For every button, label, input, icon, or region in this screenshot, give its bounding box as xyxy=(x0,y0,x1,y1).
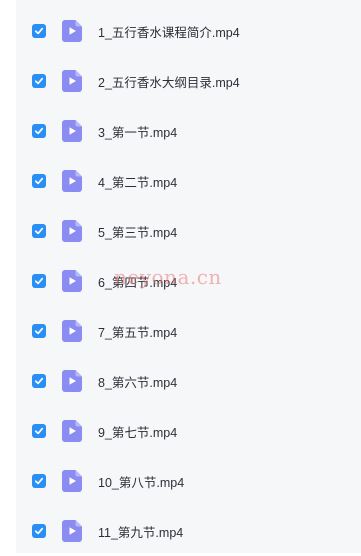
file-row[interactable]: 10_第八节.mp4 xyxy=(0,456,361,506)
checkbox-checked-icon[interactable] xyxy=(32,274,46,288)
video-file-icon[interactable] xyxy=(62,370,82,392)
video-file-icon[interactable] xyxy=(62,170,82,192)
checkbox-checked-icon[interactable] xyxy=(32,74,46,88)
file-name[interactable]: 5_第三节.mp4 xyxy=(98,222,177,241)
video-file-icon[interactable] xyxy=(62,220,82,242)
video-file-icon[interactable] xyxy=(62,20,82,42)
file-row[interactable]: 8_第六节.mp4 xyxy=(0,356,361,406)
video-file-icon[interactable] xyxy=(62,470,82,492)
file-row[interactable]: 1_五行香水课程简介.mp4 xyxy=(0,6,361,56)
file-list: 1_五行香水课程简介.mp4 2_五行香水大纲目录.mp4 3_第一节.mp4 4_第… xyxy=(0,6,361,556)
checkbox-checked-icon[interactable] xyxy=(32,374,46,388)
video-file-icon[interactable] xyxy=(62,70,82,92)
file-row[interactable]: 4_第二节.mp4 xyxy=(0,156,361,206)
checkbox-checked-icon[interactable] xyxy=(32,174,46,188)
file-name[interactable]: 11_第九节.mp4 xyxy=(98,522,183,541)
video-file-icon[interactable] xyxy=(62,320,82,342)
checkbox-checked-icon[interactable] xyxy=(32,474,46,488)
file-name[interactable]: 10_第八节.mp4 xyxy=(98,472,184,491)
file-name[interactable]: 9_第七节.mp4 xyxy=(98,422,177,441)
video-file-icon[interactable] xyxy=(62,520,82,542)
file-row[interactable]: 2_五行香水大纲目录.mp4 xyxy=(0,56,361,106)
file-name[interactable]: 3_第一节.mp4 xyxy=(98,122,177,141)
file-name[interactable]: 8_第六节.mp4 xyxy=(98,372,177,391)
checkbox-checked-icon[interactable] xyxy=(32,224,46,238)
file-row[interactable]: 5_第三节.mp4 xyxy=(0,206,361,256)
file-row[interactable]: 3_第一节.mp4 xyxy=(0,106,361,156)
checkbox-checked-icon[interactable] xyxy=(32,24,46,38)
file-row[interactable]: 9_第七节.mp4 xyxy=(0,406,361,456)
file-name[interactable]: 2_五行香水大纲目录.mp4 xyxy=(98,72,240,91)
file-name[interactable]: 7_第五节.mp4 xyxy=(98,322,177,341)
file-row[interactable]: 7_第五节.mp4 xyxy=(0,306,361,356)
checkbox-checked-icon[interactable] xyxy=(32,124,46,138)
file-name[interactable]: 6_第四节.mp4 xyxy=(98,272,177,291)
file-name[interactable]: 1_五行香水课程简介.mp4 xyxy=(98,22,240,41)
checkbox-checked-icon[interactable] xyxy=(32,424,46,438)
video-file-icon[interactable] xyxy=(62,120,82,142)
file-name[interactable]: 4_第二节.mp4 xyxy=(98,172,177,191)
file-row[interactable]: 11_第九节.mp4 xyxy=(0,506,361,556)
checkbox-checked-icon[interactable] xyxy=(32,524,46,538)
video-file-icon[interactable] xyxy=(62,270,82,292)
checkbox-checked-icon[interactable] xyxy=(32,324,46,338)
file-row[interactable]: 6_第四节.mp4 xyxy=(0,256,361,306)
video-file-icon[interactable] xyxy=(62,420,82,442)
